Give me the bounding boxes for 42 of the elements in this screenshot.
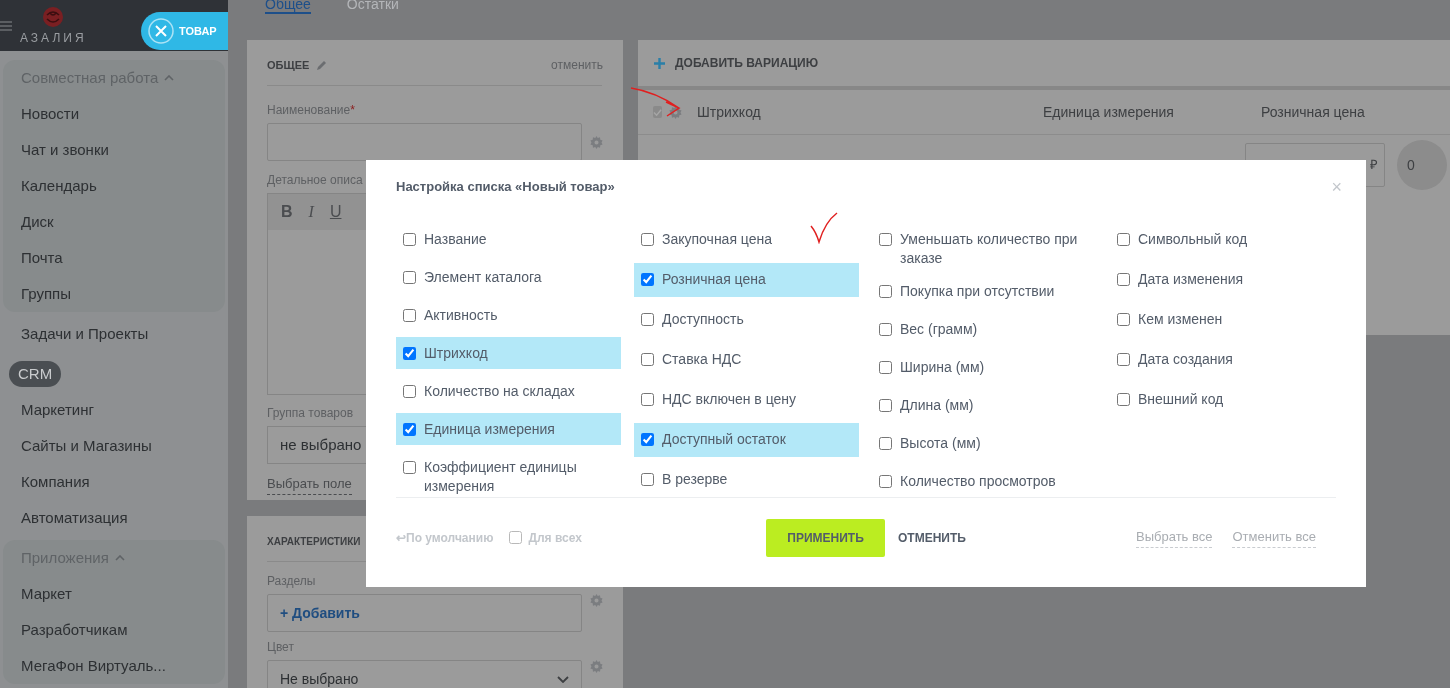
- column-header: Штрихкод: [697, 104, 761, 120]
- option-label: В резерве: [662, 469, 728, 489]
- column-header: Единица измерения: [1043, 104, 1174, 120]
- option-label: Покупка при отсутствии: [900, 281, 1055, 301]
- select-value: Не выбрано: [280, 669, 359, 688]
- option-label: Розничная цена: [662, 269, 766, 289]
- option-label: Длина (мм): [900, 395, 974, 415]
- card-title: ОБЩЕЕ: [267, 57, 310, 73]
- option-label: Ширина (мм): [900, 357, 985, 377]
- dialog-title: Настройка списка «Новый товар»: [396, 178, 615, 196]
- option-label: Количество на складах: [424, 381, 575, 401]
- logo-text: АЗАЛИЯ: [20, 29, 87, 47]
- option-label: Уменьшать количество при заказе: [900, 229, 1079, 268]
- currency-sign: ₽: [1370, 156, 1378, 175]
- option-label: НДС включен в цену: [662, 389, 797, 409]
- field-label: Группа товаров: [267, 405, 355, 422]
- option-label: Штрихкод: [424, 343, 488, 363]
- option-label: Для всех: [528, 529, 582, 547]
- option-label: Доступность: [662, 309, 744, 329]
- option-label: Ставка НДС: [662, 349, 742, 369]
- option-label: Закупочная цена: [662, 229, 773, 249]
- option-label: Дата создания: [1138, 349, 1233, 369]
- quantity-badge: 0: [1397, 140, 1447, 190]
- option-label: Название: [424, 229, 487, 249]
- option-label: Дата изменения: [1138, 269, 1244, 289]
- option-label: Символьный код: [1138, 229, 1248, 249]
- card-title: ХАРАКТЕРИСТИКИ: [267, 534, 361, 549]
- field-label: Разделы: [267, 573, 317, 590]
- option-label: Внешний код: [1138, 389, 1224, 409]
- option-label: Единица измерения: [424, 419, 555, 439]
- field-label: Детальное описа: [267, 172, 364, 189]
- option-label: Активность: [424, 305, 498, 325]
- field-label: Цвет: [267, 639, 295, 656]
- option-label: Коэффициент единицы измерения: [424, 457, 578, 496]
- option-label: Количество просмотров: [900, 471, 1056, 491]
- option-label: Вес (грамм): [900, 319, 978, 339]
- option-label: Высота (мм): [900, 433, 981, 453]
- option-label: Кем изменен: [1138, 309, 1223, 329]
- column-header: Розничная цена: [1261, 104, 1365, 120]
- option-label: Элемент каталога: [424, 267, 542, 287]
- option-label: Доступный остаток: [662, 429, 786, 449]
- field-label: Наименование*: [267, 102, 356, 119]
